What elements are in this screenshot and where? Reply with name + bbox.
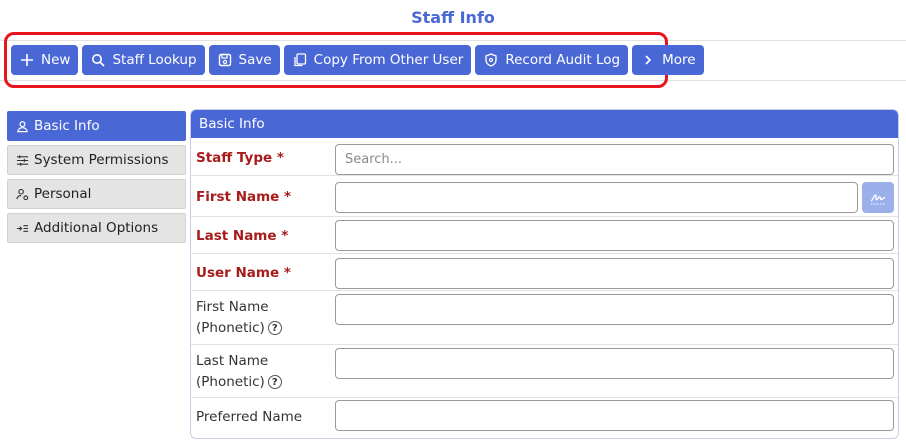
sliders-icon: [14, 152, 30, 168]
sidebar-item-personal[interactable]: Personal: [7, 179, 186, 209]
floppy-disk-icon: [217, 52, 233, 68]
first-name-phonetic-label-line2-wrap: (Phonetic)?: [196, 318, 282, 339]
last-name-label: Last Name *: [196, 228, 289, 244]
sidebar-item-system-permissions[interactable]: System Permissions: [7, 145, 186, 175]
last-name-input[interactable]: [335, 220, 894, 251]
staff-type-label: Staff Type *: [196, 150, 284, 166]
staff-type-search-input[interactable]: Search...: [335, 144, 894, 175]
preferred-name-row: Preferred Name: [191, 398, 898, 438]
basic-info-panel: Basic Info Staff Type * Search... First …: [190, 109, 899, 439]
staff-lookup-button[interactable]: Staff Lookup: [82, 45, 205, 75]
more-button[interactable]: More: [632, 45, 704, 75]
save-button[interactable]: Save: [208, 45, 280, 75]
first-name-phonetic-label-line2: (Phonetic): [196, 320, 265, 336]
last-name-phonetic-label-line2: (Phonetic): [196, 374, 265, 390]
last-name-row: Last Name *: [191, 217, 898, 254]
staff-type-placeholder: Search...: [345, 152, 403, 167]
help-icon[interactable]: ?: [267, 375, 282, 389]
record-audit-log-button-label: Record Audit Log: [505, 52, 621, 68]
new-button-label: New: [41, 52, 71, 68]
user-name-input[interactable]: [335, 258, 894, 289]
sidebar: Basic Info System Permissions Personal A…: [7, 111, 186, 247]
last-name-phonetic-label-line1: Last Name: [196, 353, 269, 369]
last-name-phonetic-label: Last Name (Phonetic)?: [196, 351, 282, 393]
sidebar-item-additional-options[interactable]: Additional Options: [7, 213, 186, 243]
signature-icon: [869, 190, 887, 206]
first-name-phonetic-input[interactable]: [335, 294, 894, 325]
new-button[interactable]: New: [11, 45, 79, 75]
last-name-phonetic-label-line2-wrap: (Phonetic)?: [196, 372, 282, 393]
shield-lock-icon: [483, 52, 499, 68]
first-name-phonetic-label: First Name (Phonetic)?: [196, 297, 282, 339]
sidebar-item-label: Additional Options: [34, 220, 159, 236]
help-icon[interactable]: ?: [267, 321, 282, 335]
toolbar: New Staff Lookup Save Copy From Other Us…: [11, 45, 704, 75]
page-title: Staff Info: [411, 8, 495, 27]
first-name-row: First Name *: [191, 176, 898, 217]
list-arrow-icon: [14, 220, 30, 236]
last-name-phonetic-input[interactable]: [335, 348, 894, 379]
copy-from-other-user-button[interactable]: Copy From Other User: [283, 45, 472, 75]
search-icon: [90, 52, 106, 68]
record-audit-log-button[interactable]: Record Audit Log: [475, 45, 629, 75]
staff-lookup-button-label: Staff Lookup: [112, 52, 197, 68]
signature-button[interactable]: [862, 182, 894, 213]
copy-icon: [292, 52, 308, 68]
chevron-right-icon: [640, 52, 656, 68]
first-name-phonetic-row: First Name (Phonetic)?: [191, 291, 898, 345]
preferred-name-input[interactable]: [335, 400, 894, 431]
sidebar-item-label: Personal: [34, 186, 92, 202]
user-icon: [14, 118, 30, 134]
first-name-label: First Name *: [196, 189, 292, 205]
save-button-label: Save: [238, 52, 272, 68]
preferred-name-label: Preferred Name: [196, 409, 303, 425]
user-name-label: User Name *: [196, 265, 291, 281]
panel-title: Basic Info: [191, 110, 898, 138]
sidebar-item-label: System Permissions: [34, 152, 169, 168]
sidebar-item-basic-info[interactable]: Basic Info: [7, 111, 186, 141]
sidebar-item-label: Basic Info: [34, 118, 100, 134]
user-gear-icon: [14, 186, 30, 202]
first-name-phonetic-label-line1: First Name: [196, 299, 269, 315]
staff-type-row: Staff Type * Search...: [191, 138, 898, 176]
user-name-row: User Name *: [191, 254, 898, 291]
first-name-input[interactable]: [335, 182, 858, 213]
copy-from-other-user-button-label: Copy From Other User: [313, 52, 464, 68]
last-name-phonetic-row: Last Name (Phonetic)?: [191, 345, 898, 398]
more-button-label: More: [662, 52, 696, 68]
plus-icon: [19, 52, 35, 68]
